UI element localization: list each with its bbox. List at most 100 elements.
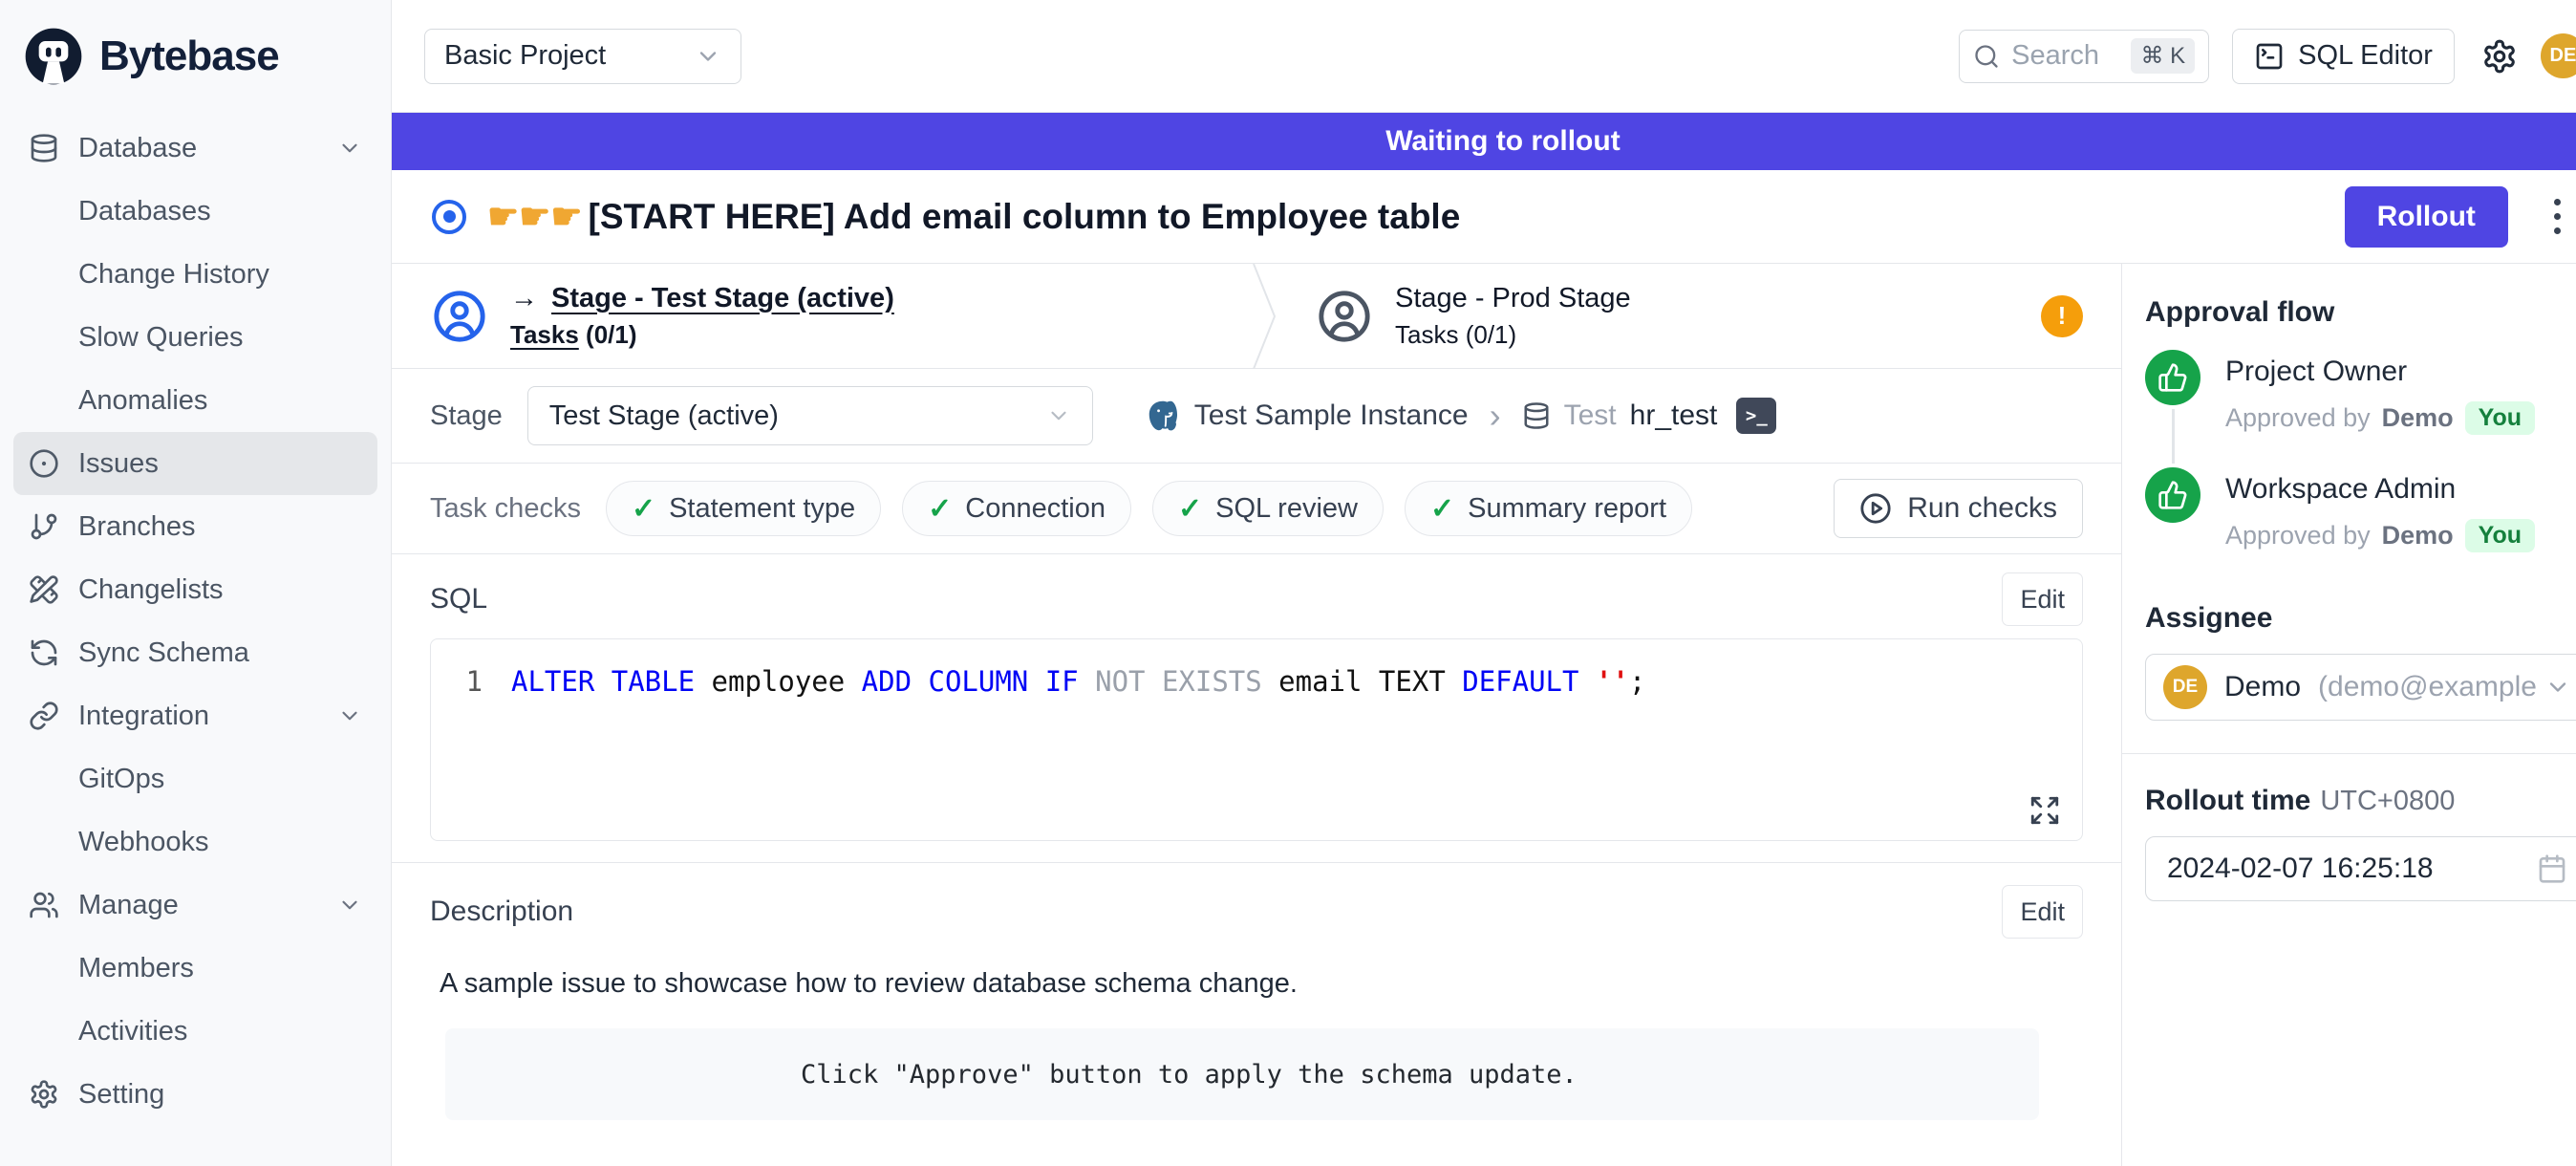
chevron-down-icon bbox=[337, 893, 362, 918]
kebab-menu-icon[interactable] bbox=[2546, 191, 2568, 242]
chevron-down-icon bbox=[2544, 674, 2571, 701]
check-success-icon: ✓ bbox=[1178, 492, 1202, 526]
sidebar: Bytebase Database Databases Change Histo… bbox=[0, 0, 392, 1166]
assignee-name: Demo bbox=[2224, 671, 2301, 703]
approval-role: Project Owner bbox=[2225, 356, 2535, 388]
sidebar-item-integration[interactable]: Integration bbox=[13, 684, 377, 747]
sidebar-item-anomalies[interactable]: Anomalies bbox=[13, 369, 377, 432]
sidebar-item-databases[interactable]: Databases bbox=[13, 180, 377, 243]
search-input[interactable]: Search ⌘ K bbox=[1959, 30, 2209, 83]
postgresql-icon bbox=[1145, 398, 1181, 434]
check-sql-review[interactable]: ✓SQL review bbox=[1152, 481, 1384, 536]
you-badge: You bbox=[2465, 401, 2535, 435]
sidebar-item-changelists[interactable]: Changelists bbox=[13, 558, 377, 621]
chevron-down-icon bbox=[337, 703, 362, 728]
thumbs-up-icon bbox=[2145, 467, 2200, 523]
app-name: Bytebase bbox=[99, 32, 279, 80]
sql-edit-button[interactable]: Edit bbox=[2002, 572, 2083, 626]
timezone-label: UTC+0800 bbox=[2320, 786, 2455, 816]
stage-test[interactable]: → Stage - Test Stage (active) Tasks (0/1… bbox=[392, 264, 1252, 368]
sidebar-item-database[interactable]: Database bbox=[13, 117, 377, 180]
sidebar-item-change-history[interactable]: Change History bbox=[13, 243, 377, 306]
stage-separator bbox=[1252, 264, 1277, 368]
sidebar-item-gitops[interactable]: GitOps bbox=[13, 747, 377, 810]
search-shortcut: ⌘ K bbox=[2131, 38, 2195, 74]
user-circle-icon bbox=[432, 289, 487, 344]
description-section-title: Description bbox=[430, 896, 573, 928]
project-select[interactable]: Basic Project bbox=[424, 29, 741, 84]
sql-editor-button[interactable]: SQL Editor bbox=[2232, 29, 2455, 84]
search-placeholder: Search bbox=[2011, 40, 2119, 72]
check-success-icon: ✓ bbox=[928, 492, 952, 526]
stage-tasks-link[interactable]: Tasks bbox=[510, 320, 579, 349]
assignee-title: Assignee bbox=[2145, 602, 2576, 635]
you-badge: You bbox=[2465, 519, 2535, 552]
stage-select-value: Test Stage (active) bbox=[549, 400, 779, 432]
stage-pipeline: → Stage - Test Stage (active) Tasks (0/1… bbox=[392, 264, 2121, 369]
app-logo[interactable]: Bytebase bbox=[0, 0, 391, 113]
topbar: Basic Project Search ⌘ K SQL Editor DE bbox=[392, 0, 2576, 113]
issue-title-row: ☛☛☛[START HERE] Add email column to Empl… bbox=[392, 170, 2576, 264]
sidebar-item-manage[interactable]: Manage bbox=[13, 874, 377, 937]
description-section: Description Edit A sample issue to showc… bbox=[392, 863, 2121, 1120]
users-icon bbox=[29, 890, 59, 920]
sidebar-nav: Database Databases Change History Slow Q… bbox=[0, 113, 391, 1166]
approval-role: Workspace Admin bbox=[2225, 473, 2535, 506]
database-breadcrumb: Test Sample Instance › Test hr_test >_ bbox=[1145, 396, 1777, 436]
circle-dot-icon bbox=[29, 448, 59, 479]
status-banner: Waiting to rollout bbox=[392, 113, 2576, 170]
check-success-icon: ✓ bbox=[632, 492, 655, 526]
sidebar-item-sync-schema[interactable]: Sync Schema bbox=[13, 621, 377, 684]
approval-connector bbox=[2172, 409, 2175, 464]
stage-select[interactable]: Test Stage (active) bbox=[527, 386, 1093, 445]
rollout-button[interactable]: Rollout bbox=[2345, 186, 2508, 248]
sidebar-item-branches[interactable]: Branches bbox=[13, 495, 377, 558]
sql-editor[interactable]: 1 ALTER TABLE employee ADD COLUMN IF NOT… bbox=[430, 638, 2083, 841]
bytebase-logo-icon bbox=[23, 26, 84, 87]
thumbs-up-icon bbox=[2145, 350, 2200, 405]
stage-selector-label: Stage bbox=[430, 400, 503, 432]
warning-badge: ! bbox=[2041, 295, 2083, 337]
user-avatar[interactable]: DE bbox=[2541, 33, 2576, 78]
breadcrumb-separator: › bbox=[1482, 396, 1509, 436]
rollout-time-input[interactable]: 2024-02-07 16:25:18 bbox=[2145, 836, 2576, 901]
description-edit-button[interactable]: Edit bbox=[2002, 885, 2083, 939]
settings-gear-button[interactable] bbox=[2481, 38, 2518, 75]
check-summary-report[interactable]: ✓Summary report bbox=[1405, 481, 1692, 536]
stage-title: Stage - Prod Stage bbox=[1395, 283, 1631, 314]
database-icon bbox=[1522, 401, 1551, 430]
status-banner-text: Waiting to rollout bbox=[1385, 125, 1621, 158]
check-connection[interactable]: ✓Connection bbox=[902, 481, 1131, 536]
stage-title[interactable]: Stage - Test Stage (active) bbox=[551, 283, 894, 314]
sidebar-item-activities[interactable]: Activities bbox=[13, 1000, 377, 1063]
pencil-ruler-icon bbox=[29, 574, 59, 605]
instance-link[interactable]: Test Sample Instance bbox=[1194, 399, 1469, 432]
database-link[interactable]: hr_test bbox=[1630, 399, 1718, 432]
git-branch-icon bbox=[29, 511, 59, 542]
project-select-value: Basic Project bbox=[444, 40, 606, 72]
chevron-down-icon bbox=[337, 136, 362, 161]
chevron-down-icon bbox=[695, 43, 721, 70]
sidebar-item-members[interactable]: Members bbox=[13, 937, 377, 1000]
sidebar-item-webhooks[interactable]: Webhooks bbox=[13, 810, 377, 874]
issue-status-icon bbox=[432, 200, 466, 234]
expand-icon[interactable] bbox=[2029, 794, 2061, 827]
sidebar-item-slow-queries[interactable]: Slow Queries bbox=[13, 306, 377, 369]
run-checks-button[interactable]: Run checks bbox=[1834, 479, 2083, 538]
sidebar-item-setting[interactable]: Setting bbox=[13, 1063, 377, 1126]
stage-prod[interactable]: Stage - Prod Stage Tasks (0/1) ! bbox=[1277, 264, 2121, 368]
assignee-block: Assignee DE Demo (demo@example bbox=[2145, 602, 2576, 721]
gear-icon bbox=[29, 1079, 59, 1110]
issue-main: → Stage - Test Stage (active) Tasks (0/1… bbox=[392, 264, 2121, 1166]
user-circle-icon bbox=[1317, 289, 1372, 344]
rollout-time-title: Rollout timeUTC+0800 bbox=[2145, 785, 2576, 817]
stage-tasks-count: (0/1) bbox=[586, 320, 636, 349]
check-statement-type[interactable]: ✓Statement type bbox=[606, 481, 881, 536]
description-text: A sample issue to showcase how to review… bbox=[430, 968, 2083, 1000]
play-circle-icon bbox=[1859, 492, 1892, 525]
assignee-select[interactable]: DE Demo (demo@example bbox=[2145, 654, 2576, 721]
sidebar-item-issues[interactable]: Issues bbox=[13, 432, 377, 495]
open-in-sql-editor-icon[interactable]: >_ bbox=[1736, 398, 1776, 434]
active-stage-arrow: → bbox=[510, 283, 538, 314]
bytebase-app: Bytebase Database Databases Change Histo… bbox=[0, 0, 2576, 1166]
